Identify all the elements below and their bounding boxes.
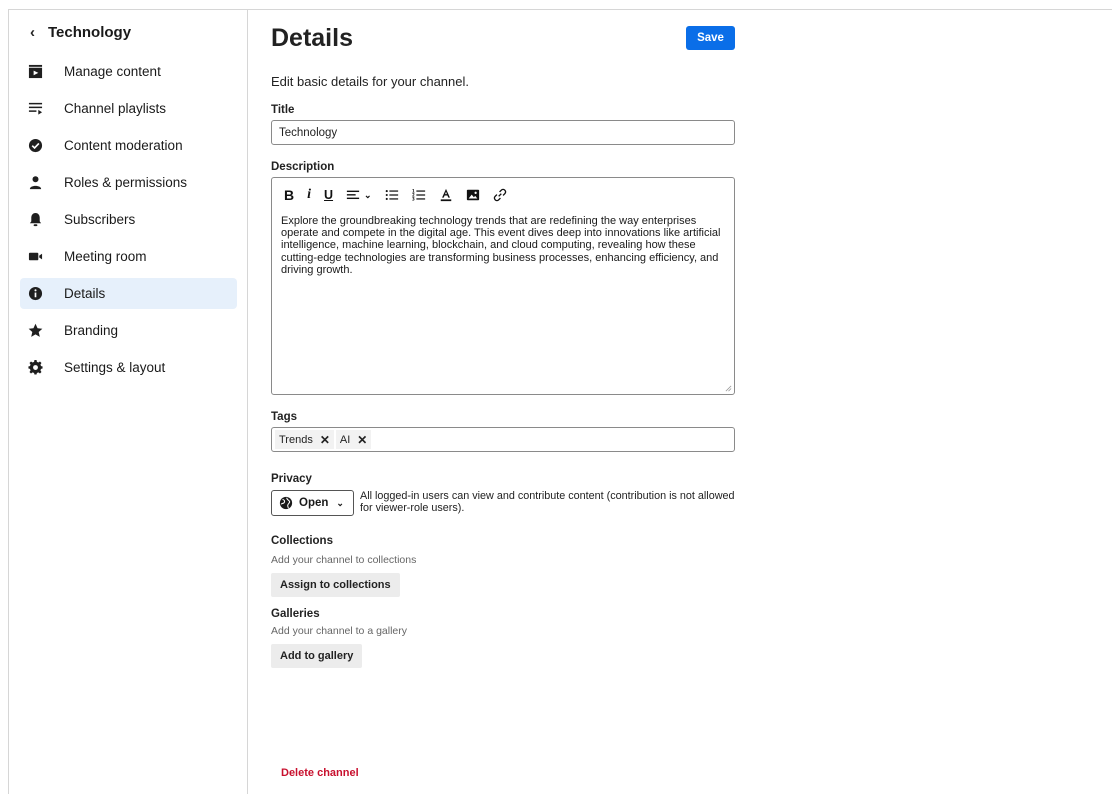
star-icon	[28, 323, 64, 338]
image-icon	[466, 189, 479, 201]
bell-icon	[28, 212, 64, 227]
sidebar-item-branding[interactable]: Branding	[20, 315, 237, 346]
tag-label: AI	[339, 433, 351, 446]
tag-chip[interactable]: AI ✕	[335, 430, 372, 449]
privacy-description: All logged-in users can view and contrib…	[360, 490, 735, 514]
underline-button[interactable]: U	[324, 185, 333, 205]
save-button[interactable]: Save	[686, 26, 735, 50]
align-dropdown[interactable]: ⌄	[346, 185, 372, 205]
chevron-down-icon: ⌄	[336, 497, 344, 508]
insert-image-button[interactable]	[466, 185, 480, 205]
sidebar-item-roles-permissions[interactable]: Roles & permissions	[20, 167, 237, 198]
check-circle-icon	[28, 138, 64, 153]
gear-icon	[28, 360, 64, 375]
sidebar-item-label: Branding	[64, 323, 119, 338]
title-field[interactable]	[271, 120, 735, 145]
privacy-label: Privacy	[271, 473, 312, 485]
info-icon	[28, 286, 64, 301]
sidebar-item-details[interactable]: Details	[20, 278, 237, 309]
sidebar-item-label: Settings & layout	[64, 360, 166, 375]
tags-label: Tags	[271, 411, 297, 423]
sidebar-divider	[247, 9, 248, 794]
sidebar-item-label: Channel playlists	[64, 101, 167, 116]
add-to-gallery-button[interactable]: Add to gallery	[271, 644, 363, 668]
playlist-icon	[28, 101, 64, 116]
editor-toolbar: B i U ⌄ 123	[272, 178, 734, 212]
collections-label: Collections	[271, 535, 333, 547]
collections-hint: Add your channel to collections	[271, 554, 417, 566]
align-left-icon	[346, 190, 360, 200]
bullet-list-button[interactable]	[385, 185, 399, 205]
bold-button[interactable]: B	[284, 185, 294, 205]
privacy-value: Open	[299, 497, 329, 509]
text-color-button[interactable]	[439, 185, 453, 205]
galleries-hint: Add your channel to a gallery	[271, 625, 408, 637]
back-link[interactable]: ‹ Technology	[20, 14, 237, 50]
page-title: Details	[271, 24, 353, 52]
title-label: Title	[271, 104, 295, 116]
privacy-dropdown[interactable]: Open ⌄	[271, 490, 354, 516]
sidebar-item-label: Subscribers	[64, 212, 136, 227]
description-label: Description	[271, 161, 335, 173]
manage-content-icon	[28, 64, 64, 79]
sidebar-item-manage-content[interactable]: Manage content	[20, 56, 237, 87]
sidebar-item-label: Content moderation	[64, 138, 183, 153]
bullet-list-icon	[385, 190, 398, 200]
sidebar-item-subscribers[interactable]: Subscribers	[20, 204, 237, 235]
delete-channel-link[interactable]: Delete channel	[281, 767, 359, 779]
sidebar-item-label: Meeting room	[64, 249, 147, 264]
text-color-icon	[440, 188, 451, 202]
video-camera-icon	[28, 249, 64, 264]
sidebar-item-label: Roles & permissions	[64, 175, 188, 190]
tag-chip[interactable]: Trends ✕	[275, 430, 334, 449]
description-text[interactable]: Explore the groundbreaking technology tr…	[272, 212, 734, 276]
sidebar-item-settings-layout[interactable]: Settings & layout	[20, 352, 237, 383]
description-editor[interactable]: B i U ⌄ 123 Explore the groundbreaking t…	[271, 177, 735, 395]
sidebar-item-channel-playlists[interactable]: Channel playlists	[20, 93, 237, 124]
sidebar: ‹ Technology Manage content Channel play…	[20, 14, 237, 383]
globe-icon	[279, 496, 293, 510]
close-icon[interactable]: ✕	[357, 433, 367, 447]
tags-input[interactable]: Trends ✕ AI ✕	[271, 427, 735, 452]
back-link-label: Technology	[48, 23, 132, 41]
insert-link-button[interactable]	[493, 185, 507, 205]
tag-label: Trends	[279, 433, 313, 446]
sidebar-item-content-moderation[interactable]: Content moderation	[20, 130, 237, 161]
sidebar-item-meeting-room[interactable]: Meeting room	[20, 241, 237, 272]
page-subtitle: Edit basic details for your channel.	[271, 74, 469, 89]
person-icon	[28, 175, 64, 190]
sidebar-item-label: Details	[64, 286, 106, 301]
numbered-list-button[interactable]: 123	[412, 185, 426, 205]
sidebar-item-label: Manage content	[64, 64, 161, 79]
chevron-down-icon: ⌄	[364, 189, 372, 200]
svg-text:3: 3	[412, 196, 415, 201]
link-icon	[493, 188, 506, 202]
close-icon[interactable]: ✕	[320, 433, 330, 447]
italic-button[interactable]: i	[307, 185, 311, 205]
galleries-label: Galleries	[271, 608, 320, 620]
resize-handle-icon[interactable]	[725, 385, 732, 392]
numbered-list-icon: 123	[412, 188, 425, 201]
chevron-left-icon: ‹	[30, 23, 35, 41]
assign-to-collections-button[interactable]: Assign to collections	[271, 573, 400, 597]
